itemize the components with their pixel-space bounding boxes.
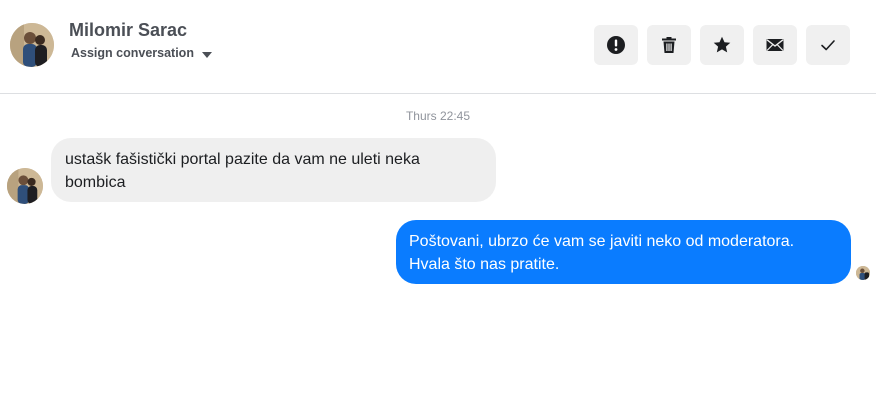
seen-indicator-avatar [856, 266, 870, 280]
action-toolbar [594, 25, 850, 65]
contact-avatar[interactable] [10, 23, 54, 67]
report-button[interactable] [594, 25, 638, 65]
envelope-icon [766, 39, 784, 51]
mark-unread-button[interactable] [753, 25, 797, 65]
caret-down-icon [201, 51, 212, 58]
incoming-message-bubble[interactable]: ustašk fašistički portal pazite da vam n… [51, 138, 496, 202]
delete-button[interactable] [647, 25, 691, 65]
assign-conversation-label: Assign conversation [71, 46, 194, 60]
conversation-header: Milomir Sarac Assign conversation [0, 0, 876, 94]
trash-icon [662, 37, 676, 53]
sender-avatar [7, 168, 43, 204]
exclamation-circle-icon [607, 36, 625, 54]
outgoing-message-bubble[interactable]: Poštovani, ubrzo će vam se javiti neko o… [396, 220, 851, 284]
star-icon [713, 36, 731, 53]
mark-done-button[interactable] [806, 25, 850, 65]
assign-conversation-dropdown[interactable]: Assign conversation [71, 46, 212, 60]
star-button[interactable] [700, 25, 744, 65]
contact-name: Milomir Sarac [69, 20, 188, 40]
checkmark-icon [821, 40, 835, 51]
message-timestamp: Thurs 22:45 [405, 109, 471, 123]
